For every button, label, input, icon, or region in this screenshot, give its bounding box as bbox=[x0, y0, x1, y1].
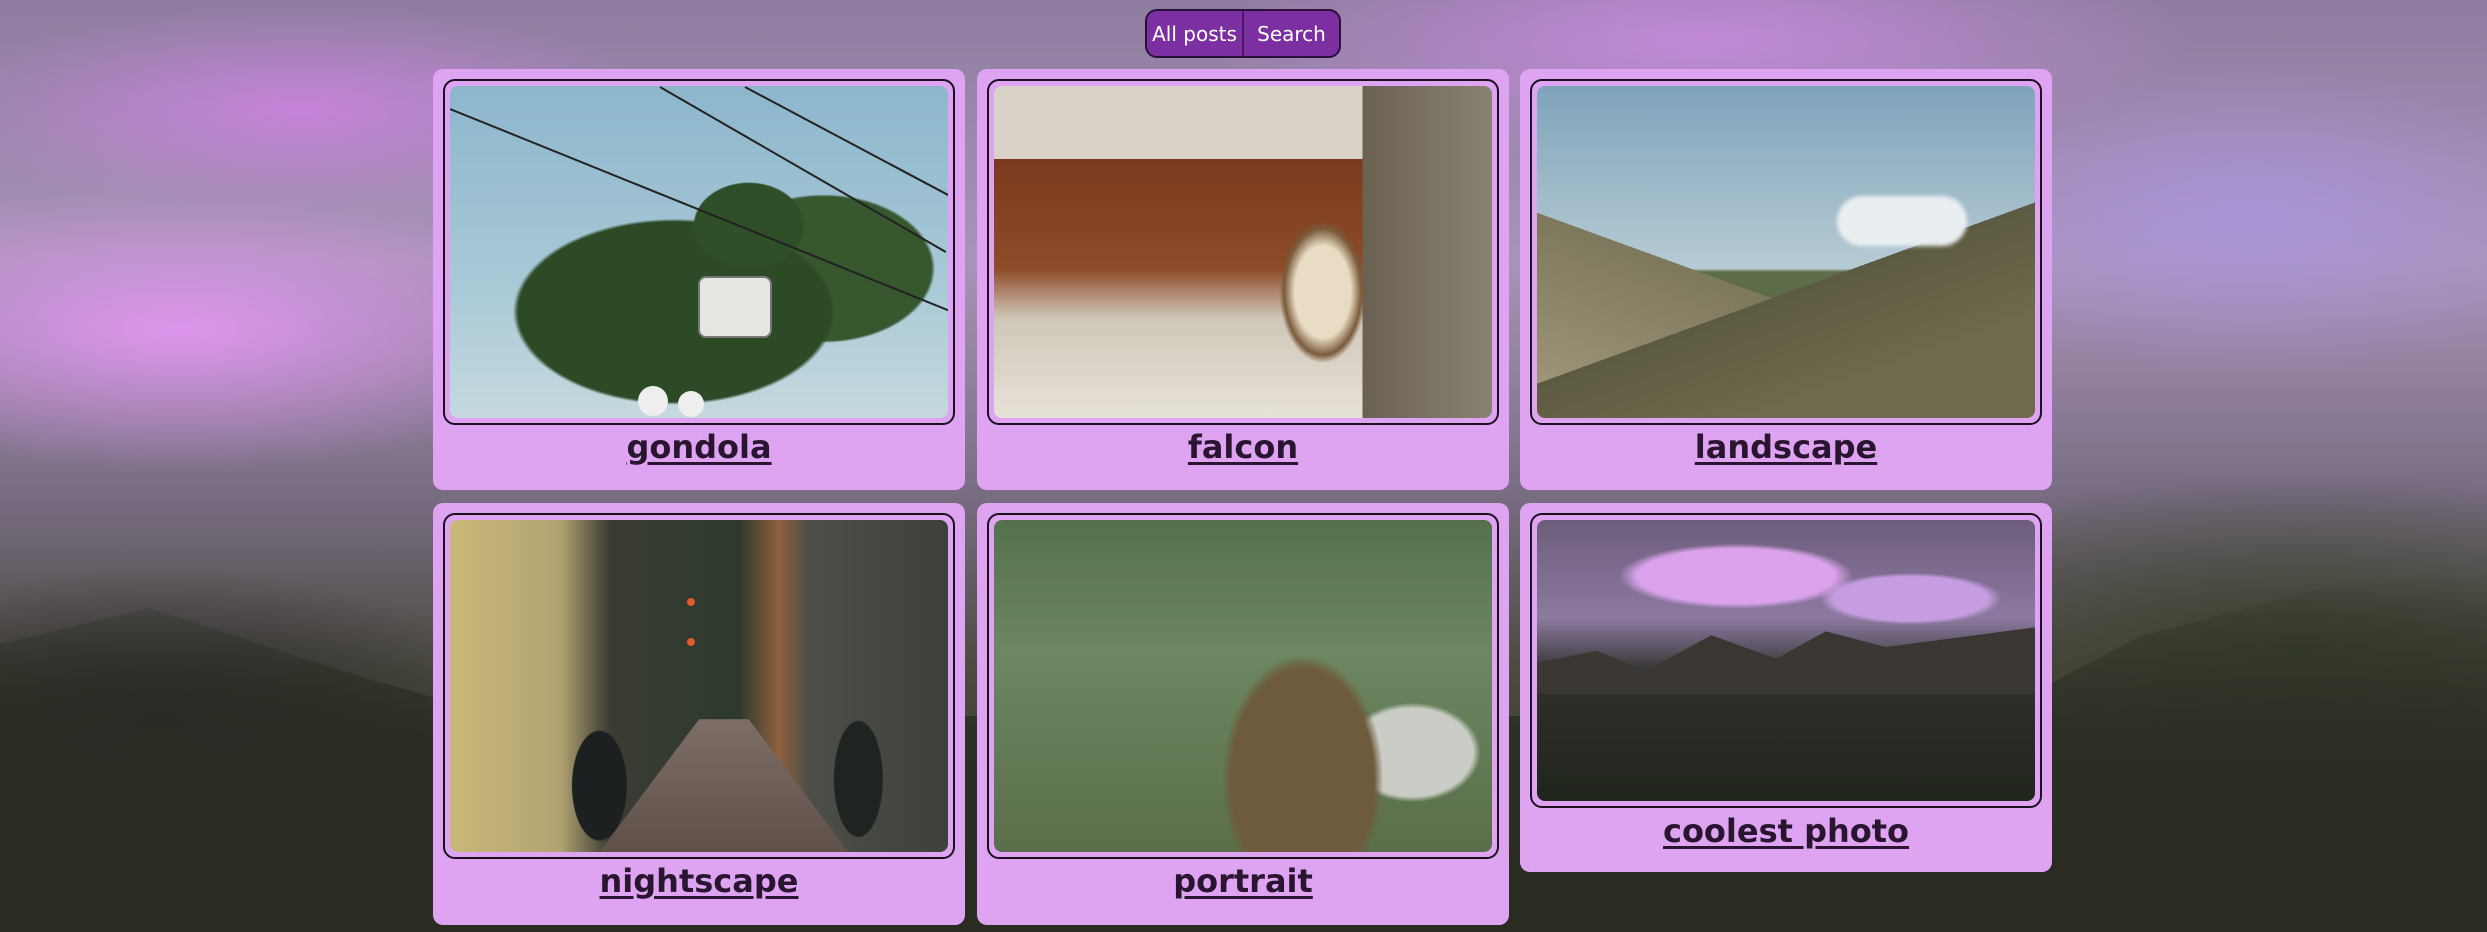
landscape-photo[interactable] bbox=[1537, 86, 2035, 418]
post-title-link[interactable]: falcon bbox=[977, 428, 1509, 466]
top-nav: All posts Search bbox=[1145, 9, 1341, 58]
post-photo-frame bbox=[987, 79, 1499, 425]
post-photo-frame bbox=[443, 79, 955, 425]
gondola-photo[interactable] bbox=[450, 86, 948, 418]
post-photo-frame bbox=[443, 513, 955, 859]
post-photo-frame bbox=[1530, 513, 2042, 808]
post-card-landscape[interactable]: landscape bbox=[1520, 69, 2052, 490]
post-title-link[interactable]: coolest photo bbox=[1520, 812, 2052, 850]
post-title-link[interactable]: portrait bbox=[977, 862, 1509, 900]
search-button[interactable]: Search bbox=[1242, 11, 1339, 56]
post-card-coolest-photo[interactable]: coolest photo bbox=[1520, 503, 2052, 872]
portrait-photo[interactable] bbox=[994, 520, 1492, 852]
post-card-falcon[interactable]: falcon bbox=[977, 69, 1509, 490]
falcon-photo[interactable] bbox=[994, 86, 1492, 418]
post-card-nightscape[interactable]: nightscape bbox=[433, 503, 965, 925]
post-title-link[interactable]: nightscape bbox=[433, 862, 965, 900]
coolest-photo-photo[interactable] bbox=[1537, 520, 2035, 801]
post-photo-frame bbox=[987, 513, 1499, 859]
all-posts-button[interactable]: All posts bbox=[1147, 11, 1242, 56]
post-photo-frame bbox=[1530, 79, 2042, 425]
post-title-link[interactable]: landscape bbox=[1520, 428, 2052, 466]
post-card-gondola[interactable]: gondola bbox=[433, 69, 965, 490]
nightscape-photo[interactable] bbox=[450, 520, 948, 852]
post-title-link[interactable]: gondola bbox=[433, 428, 965, 466]
post-card-portrait[interactable]: portrait bbox=[977, 503, 1509, 925]
